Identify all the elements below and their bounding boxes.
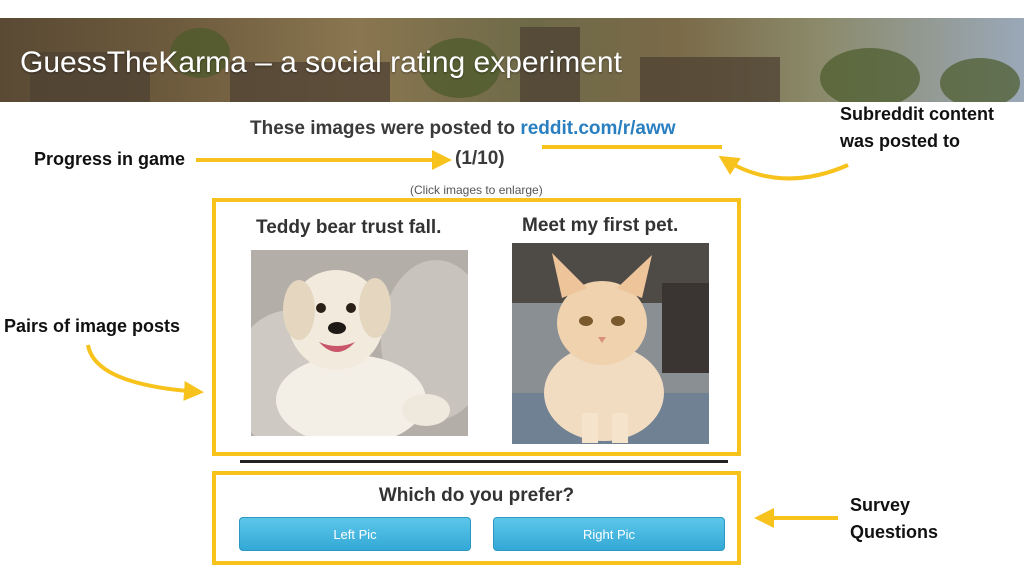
annotation-arrows (86, 145, 849, 528)
subreddit-arrow (718, 155, 849, 181)
pairs-arrow (86, 344, 204, 401)
